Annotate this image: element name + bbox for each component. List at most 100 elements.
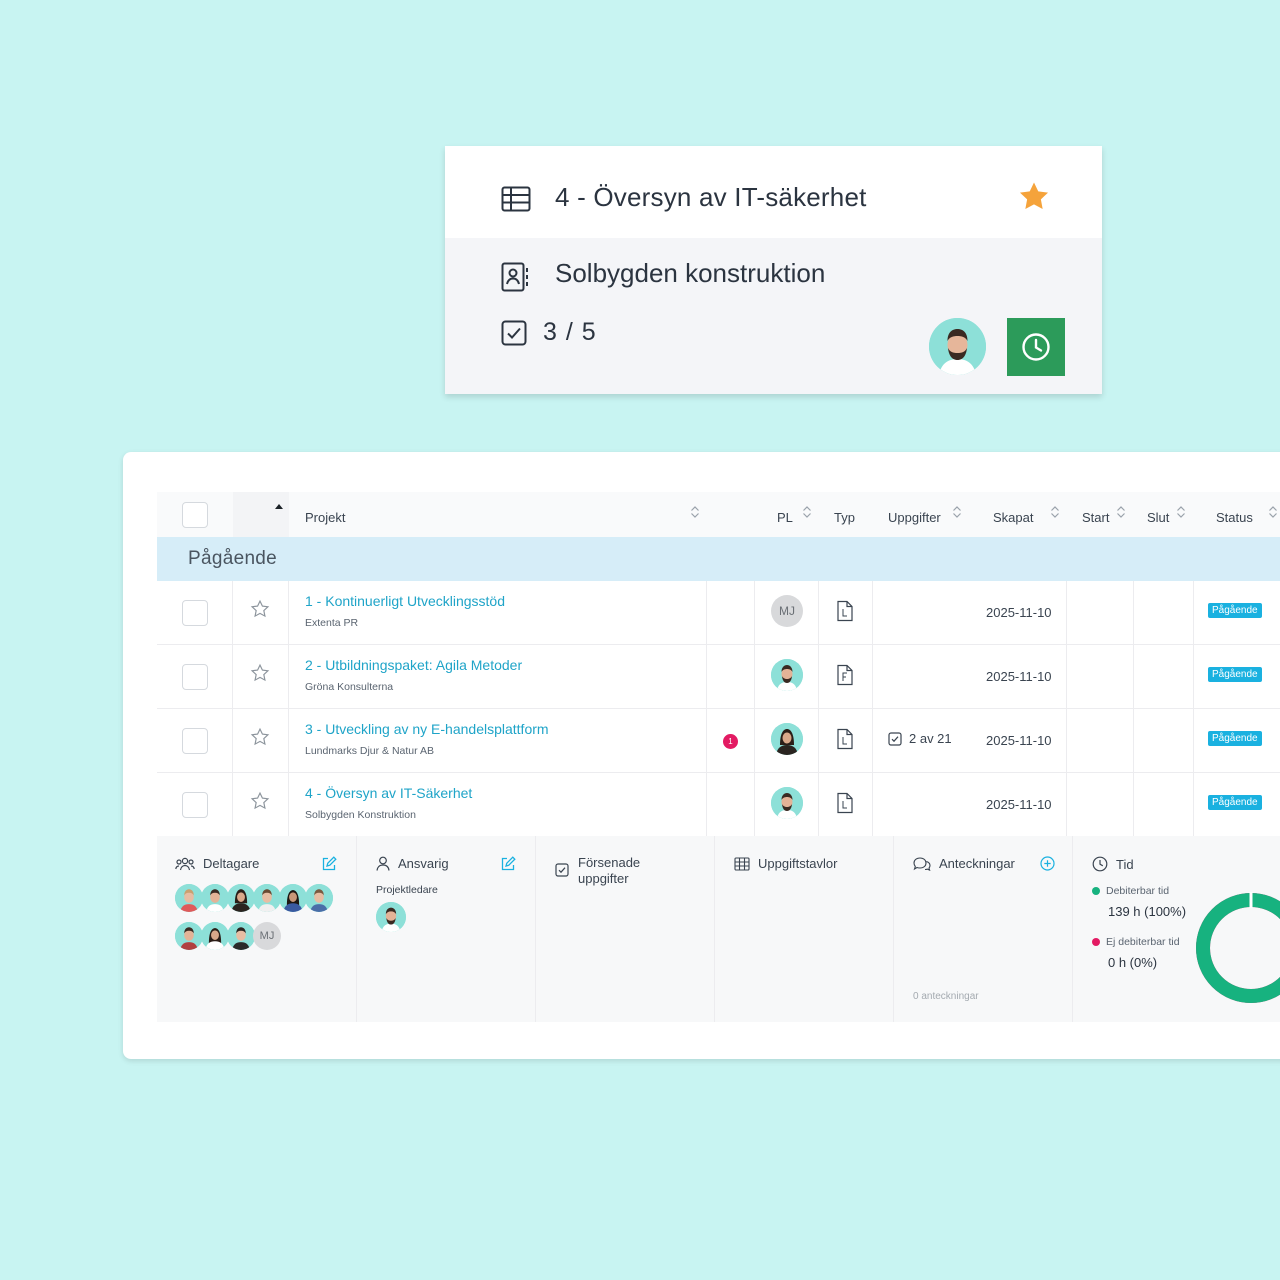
column-header-status[interactable]: Status — [1216, 510, 1253, 525]
status-badge[interactable]: Pågående — [1208, 603, 1262, 618]
sort-asc-icon — [275, 504, 283, 509]
project-client: Gröna Konsulterna — [305, 681, 394, 693]
projects-panel: Projekt PL Typ Uppgifter Skapat Start Sl… — [123, 452, 1280, 1059]
notes-title: Anteckningar — [913, 856, 1015, 871]
project-name-link[interactable]: 4 - Översyn av IT-Säkerhet — [305, 785, 472, 801]
avatar[interactable] — [227, 884, 255, 912]
start-timer-button[interactable] — [1007, 318, 1065, 376]
project-name-link[interactable]: 1 - Kontinuerligt Utvecklingsstöd — [305, 593, 505, 609]
row-checkbox[interactable] — [182, 728, 208, 754]
status-badge[interactable]: Pågående — [1208, 731, 1262, 746]
clock-icon — [1022, 333, 1050, 361]
document-icon — [837, 600, 853, 622]
created-date: 2025-11-10 — [986, 733, 1052, 748]
column-header-pl[interactable]: PL — [777, 510, 793, 525]
time-donut-chart — [1196, 892, 1280, 1003]
table-header: Projekt PL Typ Uppgifter Skapat Start Sl… — [157, 492, 1280, 537]
avatar[interactable]: MJ — [771, 595, 803, 627]
column-header-typ[interactable]: Typ — [834, 510, 855, 525]
created-date: 2025-11-10 — [986, 669, 1052, 684]
avatar[interactable] — [253, 884, 281, 912]
table-icon — [501, 186, 531, 212]
nonbillable-value: 0 h (0%) — [1108, 955, 1158, 970]
column-header-projekt[interactable]: Projekt — [305, 510, 345, 525]
users-icon — [175, 857, 195, 870]
avatar[interactable] — [929, 318, 986, 375]
edit-icon[interactable] — [321, 856, 337, 872]
star-icon[interactable] — [250, 727, 270, 747]
contact-book-icon — [501, 262, 528, 292]
delayed-tasks-section: Försenade uppgifter — [536, 836, 715, 1022]
group-header[interactable]: Pågående — [157, 537, 1280, 581]
sort-icon[interactable] — [1116, 505, 1126, 519]
project-card-title: 4 - Översyn av IT-säkerhet — [555, 182, 867, 212]
responsible-section: Ansvarig Projektledare — [357, 836, 536, 1022]
notes-section: Anteckningar 0 anteckningar — [894, 836, 1073, 1022]
user-icon — [376, 856, 390, 871]
project-name-link[interactable]: 3 - Utveckling av ny E-handelsplattform — [305, 721, 549, 737]
sort-icon[interactable] — [1050, 505, 1060, 519]
sort-icon[interactable] — [952, 505, 962, 519]
created-date: 2025-11-10 — [986, 797, 1052, 812]
star-icon[interactable] — [250, 663, 270, 683]
avatar[interactable] — [279, 884, 307, 912]
row-checkbox[interactable] — [182, 664, 208, 690]
column-header-skapat[interactable]: Skapat — [993, 510, 1033, 525]
billable-legend: Debiterbar tid — [1092, 885, 1169, 897]
document-icon — [837, 792, 853, 814]
table-row[interactable]: 3 - Utveckling av ny E-handelsplattform … — [157, 709, 1280, 773]
avatar[interactable] — [771, 659, 803, 691]
star-icon[interactable] — [250, 599, 270, 619]
column-header-slut[interactable]: Slut — [1147, 510, 1169, 525]
group-label: Pågående — [188, 548, 278, 569]
sort-icon[interactable] — [1268, 505, 1278, 519]
status-badge[interactable]: Pågående — [1208, 667, 1262, 682]
task-progress: 2 av 21 — [888, 731, 952, 746]
sort-icon[interactable] — [690, 505, 700, 519]
avatar[interactable] — [201, 922, 229, 950]
project-details: Deltagare MJ Ansvarig Projektledare Förs… — [157, 836, 1280, 1022]
donut-gap — [1249, 892, 1253, 908]
chat-icon — [913, 856, 931, 871]
delayed-tasks-title: Försenade uppgifter — [578, 855, 641, 886]
table-icon — [734, 856, 750, 871]
project-name-link[interactable]: 2 - Utbildningspaket: Agila Metoder — [305, 657, 522, 673]
status-badge[interactable]: Pågående — [1208, 795, 1262, 810]
avatar[interactable] — [227, 922, 255, 950]
avatar[interactable] — [175, 922, 203, 950]
row-checkbox[interactable] — [182, 792, 208, 818]
table-row[interactable]: 2 - Utbildningspaket: Agila Metoder Grön… — [157, 645, 1280, 709]
avatar[interactable] — [771, 723, 803, 755]
table-row[interactable]: 1 - Kontinuerligt Utvecklingsstöd Extent… — [157, 581, 1280, 645]
avatar[interactable] — [201, 884, 229, 912]
task-boards-title: Uppgiftstavlor — [734, 856, 837, 871]
sort-icon[interactable] — [1176, 505, 1186, 519]
nonbillable-legend: Ej debiterbar tid — [1092, 936, 1180, 948]
task-boards-section: Uppgiftstavlor — [715, 836, 894, 1022]
star-icon[interactable] — [250, 791, 270, 811]
sort-icon[interactable] — [802, 505, 812, 519]
favorite-star-icon[interactable] — [1017, 180, 1051, 213]
row-checkbox[interactable] — [182, 600, 208, 626]
avatar[interactable] — [771, 787, 803, 819]
star-column-header[interactable] — [233, 492, 289, 537]
notes-count: 0 anteckningar — [913, 991, 979, 1002]
column-header-start[interactable]: Start — [1082, 510, 1109, 525]
checkbox-icon — [501, 320, 527, 346]
avatar[interactable] — [175, 884, 203, 912]
edit-icon[interactable] — [500, 856, 516, 872]
add-note-icon[interactable] — [1040, 856, 1055, 871]
billable-ring — [1196, 893, 1280, 1003]
created-date: 2025-11-10 — [986, 605, 1052, 620]
avatar[interactable]: MJ — [253, 922, 281, 950]
notification-badge[interactable]: 1 — [723, 734, 738, 749]
table-row[interactable]: 4 - Översyn av IT-Säkerhet Solbygden Kon… — [157, 773, 1280, 837]
project-card-client: Solbygden konstruktion — [555, 258, 826, 288]
avatar[interactable] — [305, 884, 333, 912]
select-all-checkbox[interactable] — [182, 502, 208, 528]
avatar[interactable] — [376, 902, 406, 932]
responsible-title: Ansvarig — [376, 856, 449, 871]
column-header-uppgifter[interactable]: Uppgifter — [888, 510, 941, 525]
time-section: Tid Debiterbar tid 139 h (100%) Ej debit… — [1073, 836, 1280, 1022]
task-progress-text: 2 av 21 — [909, 731, 952, 746]
